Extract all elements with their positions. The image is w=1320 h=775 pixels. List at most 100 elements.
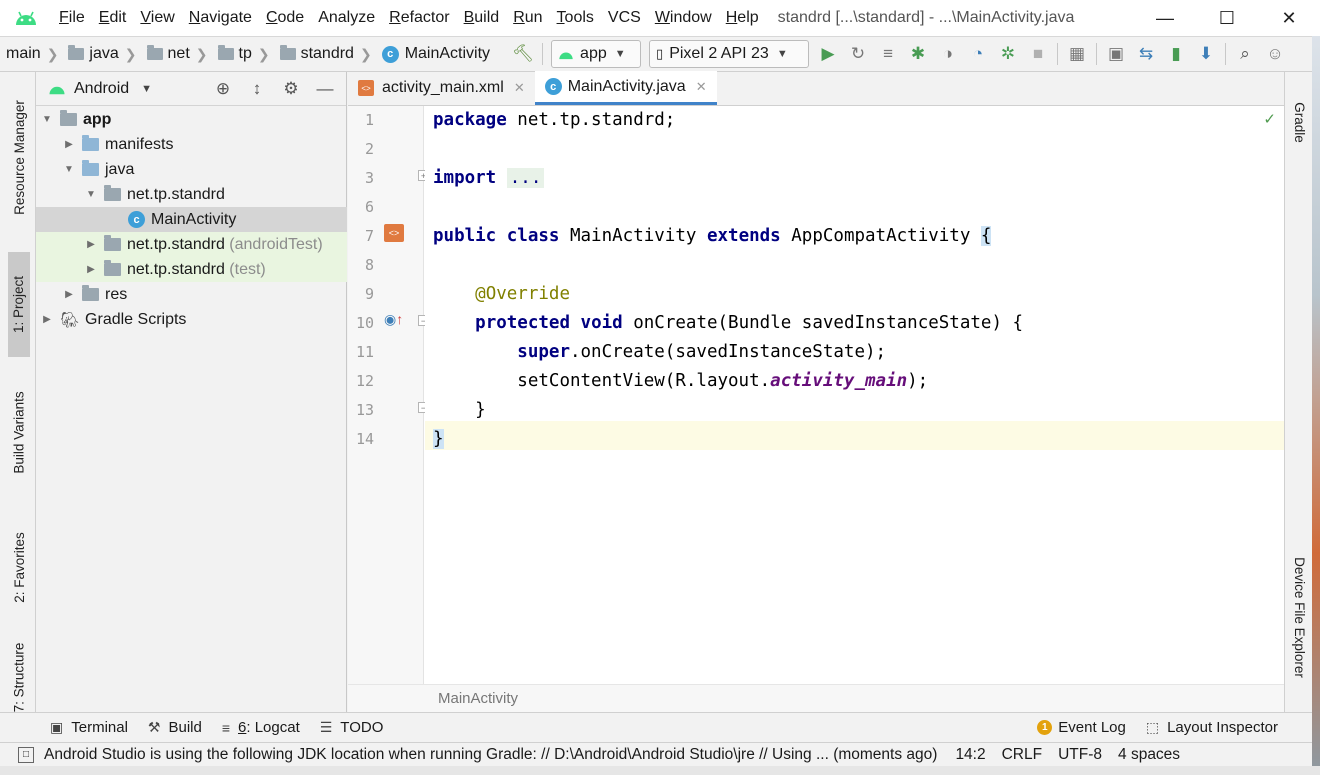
tree-item-manifests[interactable]: ▶ manifests: [36, 132, 347, 157]
line-number: 10: [355, 314, 374, 332]
menu-run[interactable]: Run: [506, 0, 549, 36]
breadcrumb-main[interactable]: main ❯: [0, 45, 62, 63]
expanded-arrow-icon[interactable]: ▼: [40, 114, 54, 125]
apply-changes-icon[interactable]: ↻: [843, 39, 873, 69]
indent-setting[interactable]: 4 spaces: [1118, 746, 1180, 764]
status-panel-toggle-icon[interactable]: □: [18, 746, 34, 763]
code-line-13: }: [475, 400, 486, 420]
run-icon[interactable]: ▶: [813, 39, 843, 69]
menu-code[interactable]: Code: [259, 0, 311, 36]
gear-icon[interactable]: ⚙: [274, 79, 308, 99]
tree-item-app[interactable]: ▼ app: [36, 107, 347, 132]
tab-resource-manager[interactable]: Resource Manager: [8, 92, 30, 222]
todo-tab[interactable]: ☰ TODO: [310, 719, 394, 736]
menu-refactor[interactable]: Refactor: [382, 0, 456, 36]
expanded-arrow-icon[interactable]: ▼: [62, 164, 76, 175]
folder-icon: [217, 45, 234, 60]
tab-device-file-explorer[interactable]: Device File Explorer: [1287, 552, 1311, 682]
event-log-tab[interactable]: 1 Event Log: [1027, 719, 1136, 736]
menu-edit[interactable]: Edit: [92, 0, 134, 36]
debug-icon[interactable]: ✱: [903, 39, 933, 69]
tree-item-java[interactable]: ▼ java: [36, 157, 347, 182]
breadcrumb-mainactivity[interactable]: c MainActivity: [376, 45, 490, 63]
menu-navigate[interactable]: Navigate: [182, 0, 259, 36]
file-encoding[interactable]: UTF-8: [1058, 746, 1102, 764]
terminal-tab[interactable]: ▣ Terminal: [40, 719, 138, 736]
menu-build[interactable]: Build: [457, 0, 507, 36]
attach-debugger-icon[interactable]: ✲: [993, 39, 1023, 69]
menu-vcs[interactable]: VCS: [601, 0, 648, 36]
profile-icon[interactable]: ◔: [963, 39, 993, 69]
logcat-tab[interactable]: ≡ 6: Logcat: [212, 719, 310, 736]
line-gutter[interactable]: 1 2 3 6 7 8 9 10 11 12 13 14 <> ◉↑ + − −: [348, 106, 429, 684]
tab-project[interactable]: 1: Project: [8, 252, 30, 357]
device-select[interactable]: ▯ Pixel 2 API 23 ▼: [649, 40, 810, 68]
related-layout-xml-icon[interactable]: <>: [384, 224, 404, 242]
search-icon[interactable]: ⌕: [1230, 39, 1260, 69]
tab-activity-main-xml[interactable]: <> activity_main.xml ✕: [348, 71, 535, 105]
project-panel: Android ▼ ⊕ ↕ ⚙ — ▼ app ▶ manifests ▼ ja…: [36, 72, 347, 712]
hide-panel-icon[interactable]: —: [308, 79, 342, 99]
right-tool-stripe: Gradle Device File Explorer: [1284, 72, 1312, 712]
tree-item-res[interactable]: ▶ res: [36, 282, 347, 307]
tree-item-package[interactable]: ▼ net.tp.standrd: [36, 182, 347, 207]
close-button[interactable]: ✕: [1258, 0, 1320, 36]
minimize-button[interactable]: —: [1134, 0, 1196, 36]
editor-breadcrumb[interactable]: MainActivity: [348, 684, 1284, 712]
layout-inspector-tab[interactable]: ⬚ Layout Inspector: [1136, 719, 1288, 736]
breadcrumb-net[interactable]: net ❯: [141, 45, 212, 63]
code-editor[interactable]: package net.tp.standrd; import ... publi…: [425, 106, 1284, 684]
tab-gradle[interactable]: Gradle: [1287, 92, 1311, 152]
breadcrumb-tp[interactable]: tp ❯: [212, 45, 274, 63]
tab-mainactivity-java[interactable]: c MainActivity.java ✕: [534, 71, 717, 105]
menu-window[interactable]: Window: [648, 0, 719, 36]
tab-structure[interactable]: 7: Structure: [8, 637, 30, 717]
tree-item-package-test[interactable]: ▶ net.tp.standrd (test): [36, 257, 347, 282]
maximize-button[interactable]: ☐: [1196, 0, 1258, 36]
status-message[interactable]: Android Studio is using the following JD…: [44, 746, 937, 764]
line-separator[interactable]: CRLF: [1002, 746, 1042, 764]
close-tab-icon[interactable]: ✕: [514, 80, 525, 96]
collapsed-arrow-icon[interactable]: ▶: [62, 139, 76, 150]
run-with-coverage-icon[interactable]: ◑: [933, 39, 963, 69]
avd-manager-icon[interactable]: ▮: [1161, 39, 1191, 69]
caret-position[interactable]: 14:2: [955, 746, 985, 764]
collapsed-arrow-icon[interactable]: ▶: [40, 314, 54, 325]
collapsed-arrow-icon[interactable]: ▶: [84, 239, 98, 250]
collapse-all-icon[interactable]: ↕: [240, 79, 274, 99]
chevron-down-icon[interactable]: ▼: [141, 83, 152, 95]
line-number: 7: [364, 227, 374, 245]
expanded-arrow-icon[interactable]: ▼: [84, 189, 98, 200]
menu-help[interactable]: Help: [719, 0, 766, 36]
hammer-icon: ⚒: [147, 719, 161, 735]
build-tab[interactable]: ⚒ Build: [138, 719, 212, 736]
collapsed-arrow-icon[interactable]: ▶: [62, 289, 76, 300]
close-tab-icon[interactable]: ✕: [696, 79, 707, 95]
menu-view[interactable]: View: [133, 0, 181, 36]
tab-build-variants[interactable]: Build Variants: [8, 377, 30, 487]
stop-icon[interactable]: ■: [1023, 39, 1053, 69]
override-method-icon[interactable]: ◉↑: [384, 311, 403, 328]
breadcrumb-java[interactable]: java ❯: [62, 45, 140, 63]
project-view-select[interactable]: Android: [74, 80, 129, 98]
tree-item-mainactivity[interactable]: c MainActivity: [36, 207, 347, 232]
folded-imports[interactable]: ...: [506, 168, 545, 188]
tree-item-package-androidtest[interactable]: ▶ net.tp.standrd (androidTest): [36, 232, 347, 257]
breadcrumb-standrd[interactable]: standrd ❯: [274, 45, 376, 63]
gradle-elephant-icon: 🐘︎: [60, 311, 80, 329]
tab-favorites[interactable]: 2: Favorites: [8, 517, 30, 617]
apply-code-changes-icon[interactable]: ≡: [873, 39, 903, 69]
layout-editor-icon[interactable]: ▣: [1101, 39, 1131, 69]
make-project-hammer-icon[interactable]: 🔨︎: [508, 39, 538, 69]
menu-tools[interactable]: Tools: [550, 0, 601, 36]
sdk-manager-icon[interactable]: ⬇: [1191, 39, 1221, 69]
collapsed-arrow-icon[interactable]: ▶: [84, 264, 98, 275]
tree-item-gradle-scripts[interactable]: ▶ 🐘︎ Gradle Scripts: [36, 307, 347, 332]
run-config-select[interactable]: app ▼: [551, 40, 642, 68]
sync-gradle-icon[interactable]: ⇆: [1131, 39, 1161, 69]
locate-file-icon[interactable]: ⊕: [206, 79, 240, 99]
menu-analyze[interactable]: Analyze: [311, 0, 382, 36]
project-structure-icon[interactable]: ▦: [1062, 39, 1092, 69]
menu-file[interactable]: File: [52, 0, 92, 36]
account-avatar-icon[interactable]: ☺: [1260, 39, 1290, 69]
